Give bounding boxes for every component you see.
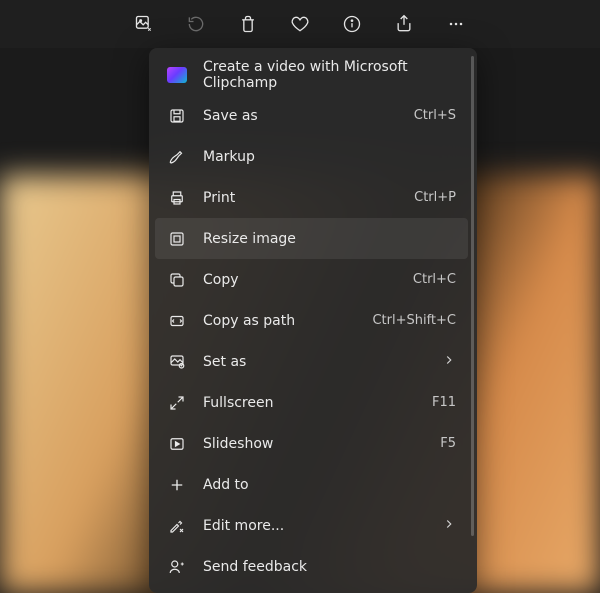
edit-image-icon[interactable] (130, 10, 158, 38)
rotate-icon[interactable] (182, 10, 210, 38)
menu-item-label: Copy as path (203, 313, 372, 329)
menu-item-accelerator: Ctrl+Shift+C (372, 313, 456, 328)
menu-item-add-to[interactable]: Add to (155, 464, 468, 505)
context-menu: Create a video with Microsoft Clipchamp … (149, 48, 477, 593)
copy-icon (167, 270, 187, 290)
menu-item-edit-more[interactable]: Edit more... (155, 505, 468, 546)
menu-item-fullscreen[interactable]: Fullscreen F11 (155, 382, 468, 423)
menu-item-save-as[interactable]: Save as Ctrl+S (155, 95, 468, 136)
markup-icon (167, 147, 187, 167)
chevron-right-icon (442, 517, 456, 535)
menu-item-accelerator: Ctrl+P (414, 190, 456, 205)
menu-scroll-area: Create a video with Microsoft Clipchamp … (155, 54, 474, 587)
menu-item-accelerator: Ctrl+C (413, 272, 456, 287)
menu-item-label: Slideshow (203, 436, 440, 452)
menu-item-label: Fullscreen (203, 395, 432, 411)
menu-item-label: Markup (203, 149, 456, 165)
menu-item-label: Save as (203, 108, 414, 124)
menu-item-clipchamp[interactable]: Create a video with Microsoft Clipchamp (155, 54, 468, 95)
menu-item-markup[interactable]: Markup (155, 136, 468, 177)
menu-item-label: Copy (203, 272, 413, 288)
menu-item-feedback[interactable]: Send feedback (155, 546, 468, 587)
menu-item-label: Set as (203, 354, 442, 370)
set-as-icon (167, 352, 187, 372)
fullscreen-icon (167, 393, 187, 413)
menu-item-resize[interactable]: Resize image (155, 218, 468, 259)
scrollbar-thumb[interactable] (471, 56, 474, 536)
menu-item-label: Edit more... (203, 518, 442, 534)
menu-item-accelerator: Ctrl+S (414, 108, 456, 123)
menu-item-print[interactable]: Print Ctrl+P (155, 177, 468, 218)
menu-item-accelerator: F5 (440, 436, 456, 451)
more-icon[interactable] (442, 10, 470, 38)
chevron-right-icon (442, 353, 456, 371)
delete-icon[interactable] (234, 10, 262, 38)
menu-item-accelerator: F11 (432, 395, 456, 410)
add-icon (167, 475, 187, 495)
menu-item-label: Add to (203, 477, 456, 493)
favorite-icon[interactable] (286, 10, 314, 38)
menu-item-label: Resize image (203, 231, 456, 247)
resize-icon (167, 229, 187, 249)
save-icon (167, 106, 187, 126)
info-icon[interactable] (338, 10, 366, 38)
menu-item-label: Send feedback (203, 559, 456, 575)
menu-item-label: Print (203, 190, 414, 206)
menu-item-copy-path[interactable]: Copy as path Ctrl+Shift+C (155, 300, 468, 341)
menu-item-slideshow[interactable]: Slideshow F5 (155, 423, 468, 464)
toolbar (0, 0, 600, 48)
menu-item-set-as[interactable]: Set as (155, 341, 468, 382)
menu-item-label: Create a video with Microsoft Clipchamp (203, 59, 456, 91)
feedback-icon (167, 557, 187, 577)
edit-more-icon (167, 516, 187, 536)
print-icon (167, 188, 187, 208)
share-icon[interactable] (390, 10, 418, 38)
clipchamp-icon (167, 65, 187, 85)
slideshow-icon (167, 434, 187, 454)
menu-item-copy[interactable]: Copy Ctrl+C (155, 259, 468, 300)
copy-path-icon (167, 311, 187, 331)
